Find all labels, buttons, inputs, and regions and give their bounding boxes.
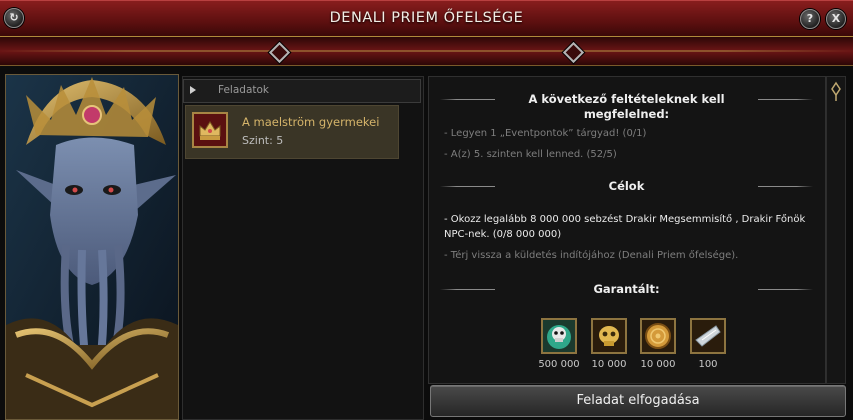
requirements-title-line2: megfelelned: xyxy=(583,107,670,121)
requirement-item: - Legyen 1 „Eventpontok” tárgyad! (0/1) xyxy=(444,128,647,139)
golden-skull-icon[interactable] xyxy=(591,318,627,354)
goal-item-line: NPC-nek. (0/8 000 000) xyxy=(444,229,562,240)
band-ornament-line xyxy=(0,50,853,52)
quest-name: A maelström gyermekei xyxy=(242,115,380,129)
goals-title: Célok xyxy=(608,179,645,193)
close-button[interactable]: X xyxy=(826,9,846,29)
quest-level: Szint: 5 xyxy=(242,134,284,147)
quest-list-header-label: Feladatok xyxy=(218,84,269,96)
help-button[interactable]: ? xyxy=(800,9,820,29)
scroll-handle-icon xyxy=(831,81,841,101)
refresh-icon[interactable]: ↻ xyxy=(4,8,24,28)
rewards-title: Garantált: xyxy=(593,282,660,296)
gold-coin-icon[interactable] xyxy=(640,318,676,354)
requirements-title-line1: A következő feltételeknek kell xyxy=(528,92,725,106)
accept-quest-button[interactable]: Feladat elfogadása xyxy=(430,385,846,417)
crown-icon xyxy=(192,112,228,148)
scrollbar[interactable] xyxy=(826,76,846,384)
npc-portrait xyxy=(5,74,179,420)
requirement-item: - A(z) 5. szinten kell lenned. (52/5) xyxy=(444,149,617,160)
window-title: DENALI PRIEM ŐFELSÉGE xyxy=(329,10,524,26)
expand-arrow-icon[interactable] xyxy=(190,86,196,94)
goal-item-line: - Térj vissza a küldetés indítójához (De… xyxy=(444,250,739,261)
crystal-shard-icon[interactable] xyxy=(690,318,726,354)
reward-amount: 100 xyxy=(698,359,718,370)
goal-item-line: - Okozz legalább 8 000 000 sebzést Draki… xyxy=(444,214,806,225)
skull-orb-icon[interactable] xyxy=(541,318,577,354)
